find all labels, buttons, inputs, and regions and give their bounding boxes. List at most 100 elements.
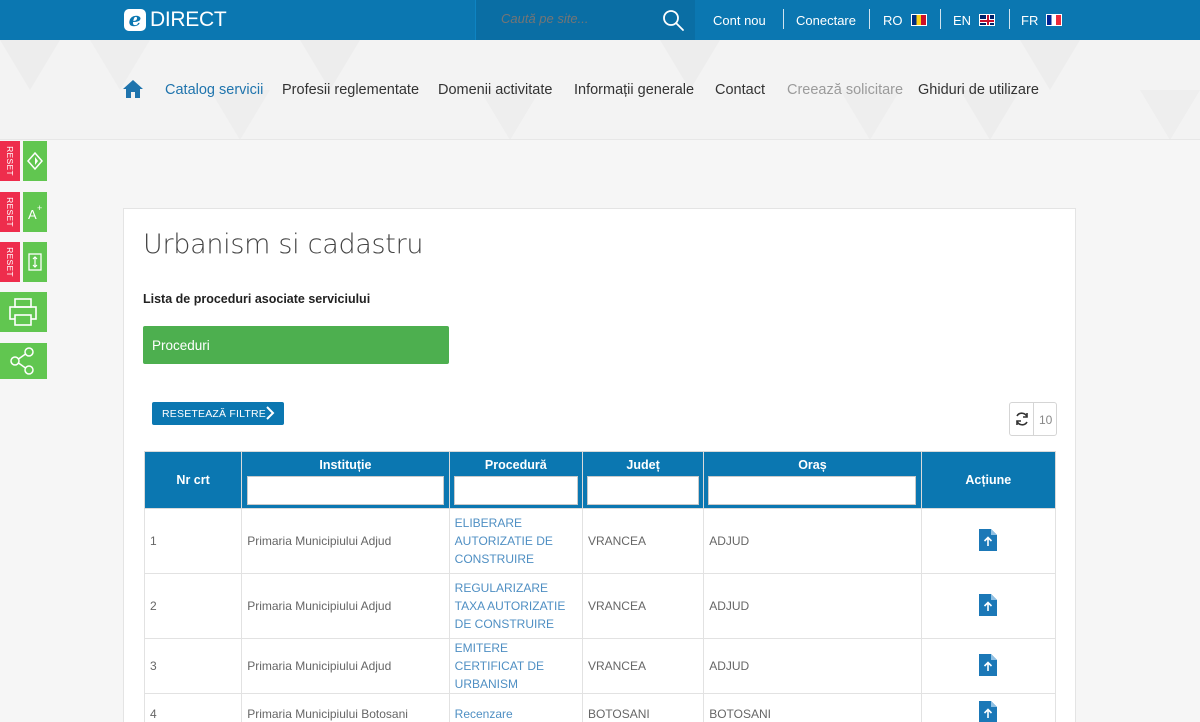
procedure-link[interactable]: Recenzare	[448, 693, 583, 722]
upload-document-icon[interactable]	[979, 593, 998, 616]
cell-actiune	[920, 573, 1057, 639]
cell-judet: VRANCEA	[581, 573, 705, 639]
reset-font-size-button[interactable]: RESET	[0, 192, 20, 232]
top-bar: e DIRECT Cont nou Conectare RO EN FR	[0, 0, 1200, 40]
logo-letter: e	[124, 9, 146, 31]
cell-institutie: Primaria Municipiului Adjud	[241, 508, 450, 574]
page-size-select[interactable]: 10	[1039, 413, 1052, 427]
svg-text:+: +	[37, 203, 42, 213]
filter-judet-input[interactable]	[587, 476, 700, 505]
procedure-link[interactable]: ELIBERARE AUTORIZATIE DE CONSTRUIRE	[448, 508, 583, 574]
nav-creeaza-solicitare[interactable]: Creează solicitare	[787, 82, 903, 98]
filter-institutie-input[interactable]	[246, 476, 444, 505]
filter-procedura-input[interactable]	[453, 476, 578, 505]
search-input[interactable]	[501, 11, 651, 26]
table-row: 2 Primaria Municipiului Adjud REGULARIZA…	[143, 573, 1057, 639]
nav-domenii-activitate[interactable]: Domenii activitate	[438, 82, 552, 98]
share-button[interactable]	[0, 343, 47, 379]
print-button[interactable]	[0, 292, 47, 332]
cell-nr: 4	[143, 693, 243, 722]
filter-oras-input[interactable]	[708, 476, 917, 505]
nav-catalog-servicii[interactable]: Catalog servicii	[165, 82, 263, 98]
reset-line-height-button[interactable]: RESET	[0, 242, 20, 282]
font-size-tool: RESET A +	[0, 192, 47, 232]
reset-filters-button[interactable]: RESETEAZĂ FILTRE	[152, 402, 284, 425]
column-header-oras[interactable]: Oraș	[703, 451, 922, 509]
search-icon[interactable]	[661, 8, 685, 32]
cell-institutie: Primaria Municipiului Adjud	[241, 573, 450, 639]
uk-flag-icon	[979, 14, 996, 26]
ro-flag-icon	[910, 14, 927, 26]
nav-ghiduri-utilizare[interactable]: Ghiduri de utilizare	[918, 82, 1039, 98]
cell-actiune	[920, 693, 1057, 722]
upload-document-icon[interactable]	[979, 701, 998, 722]
table-row: 4 Primaria Municipiului Botosani Recenza…	[143, 693, 1057, 722]
cell-nr: 2	[143, 573, 243, 639]
share-icon	[10, 347, 34, 375]
lang-ro[interactable]: RO	[883, 0, 927, 40]
cell-actiune	[920, 508, 1057, 574]
link-conectare[interactable]: Conectare	[796, 0, 856, 40]
divider	[869, 9, 870, 29]
procedures-table: Nr crt Instituție Procedură Județ Oraș A…	[143, 451, 1057, 722]
page-title: Urbanism si cadastru	[143, 229, 424, 260]
column-header-institutie[interactable]: Instituție	[241, 451, 450, 509]
chevron-right-icon	[266, 406, 275, 420]
nav-contact[interactable]: Contact	[715, 82, 765, 98]
tab-proceduri[interactable]: Proceduri	[143, 326, 449, 364]
line-height-icon	[28, 253, 42, 271]
line-height-tool: RESET	[0, 242, 47, 282]
column-header-procedura[interactable]: Procedură	[448, 451, 583, 509]
cell-actiune	[920, 638, 1057, 694]
column-header-nr-crt[interactable]: Nr crt	[143, 451, 243, 509]
home-icon[interactable]	[122, 79, 144, 99]
cell-judet: VRANCEA	[581, 508, 705, 574]
cell-judet: VRANCEA	[581, 638, 705, 694]
content-card: Urbanism si cadastru Lista de proceduri …	[123, 208, 1076, 722]
cell-judet: BOTOSANI	[581, 693, 705, 722]
contrast-tool: RESET	[0, 141, 47, 181]
reset-contrast-button[interactable]: RESET	[0, 141, 20, 181]
print-icon	[9, 298, 37, 326]
table-row: 1 Primaria Municipiului Adjud ELIBERARE …	[143, 508, 1057, 574]
section-subtitle: Lista de proceduri asociate serviciului	[143, 292, 371, 306]
column-header-actiune: Acțiune	[920, 451, 1057, 509]
link-cont-nou[interactable]: Cont nou	[713, 0, 766, 40]
upload-document-icon[interactable]	[979, 653, 998, 676]
cell-nr: 3	[143, 638, 243, 694]
contrast-button[interactable]	[23, 141, 47, 181]
divider	[940, 9, 941, 29]
upload-document-icon[interactable]	[979, 528, 998, 551]
table-toolbar: 10	[1009, 402, 1057, 436]
divider	[1009, 9, 1010, 29]
contrast-icon	[27, 151, 43, 171]
cell-institutie: Primaria Municipiului Adjud	[241, 638, 450, 694]
svg-text:A: A	[28, 207, 37, 222]
reset-filters-label: RESETEAZĂ FILTRE	[162, 408, 266, 420]
lang-fr[interactable]: FR	[1021, 0, 1063, 40]
line-height-button[interactable]	[23, 242, 47, 282]
print-tool	[0, 292, 47, 332]
cell-oras: ADJUD	[703, 573, 922, 639]
nav-profesii-reglementate[interactable]: Profesii reglementate	[282, 82, 419, 98]
font-size-button[interactable]: A +	[23, 192, 47, 232]
main-navigation: Catalog servicii Profesii reglementate D…	[0, 40, 1200, 140]
refresh-icon[interactable]	[1014, 411, 1030, 427]
cell-oras: BOTOSANI	[703, 693, 922, 722]
table-row: 3 Primaria Municipiului Adjud EMITERE CE…	[143, 638, 1057, 694]
share-tool	[0, 343, 47, 383]
column-header-judet[interactable]: Județ	[581, 451, 705, 509]
logo-text: DIRECT	[150, 8, 227, 31]
cell-institutie: Primaria Municipiului Botosani	[241, 693, 450, 722]
procedure-link[interactable]: EMITERE CERTIFICAT DE URBANISM	[448, 638, 583, 694]
edirect-logo[interactable]: e DIRECT	[124, 7, 227, 33]
divider	[1033, 403, 1034, 435]
lang-en[interactable]: EN	[953, 0, 996, 40]
fr-flag-icon	[1046, 14, 1063, 26]
cell-oras: ADJUD	[703, 508, 922, 574]
nav-informatii-generale[interactable]: Informații generale	[574, 82, 694, 98]
procedure-link[interactable]: REGULARIZARE TAXA AUTORIZATIE DE CONSTRU…	[448, 573, 583, 639]
font-size-icon: A +	[28, 203, 42, 222]
cell-nr: 1	[143, 508, 243, 574]
table-header-row: Nr crt Instituție Procedură Județ Oraș A…	[143, 451, 1057, 509]
